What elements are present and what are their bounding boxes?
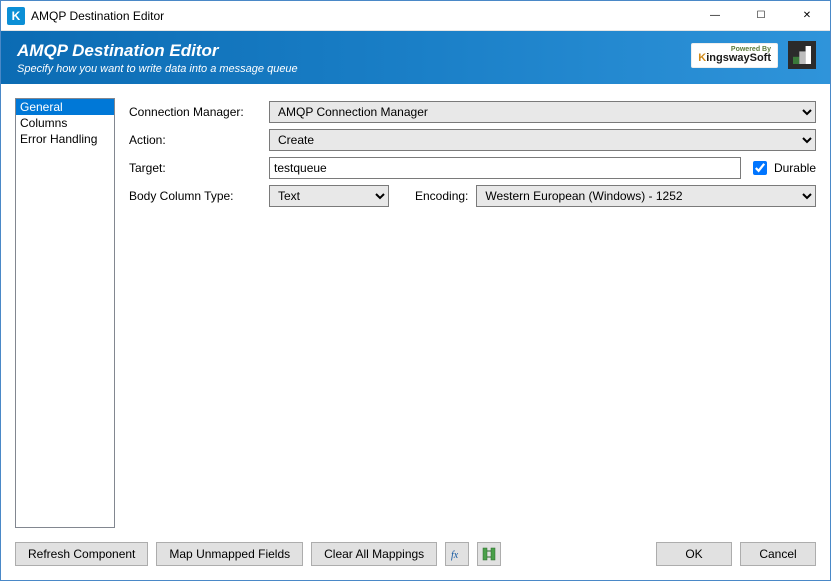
footer: Refresh Component Map Unmapped Fields Cl… [1,538,830,580]
minimize-button[interactable]: — [692,1,738,31]
refresh-component-button[interactable]: Refresh Component [15,542,148,566]
brand-k: K [698,52,706,64]
banner-subtitle: Specify how you want to write data into … [17,63,298,75]
nav-item-columns[interactable]: Columns [16,115,114,131]
target-input[interactable] [269,157,741,179]
encoding-select[interactable]: Western European (Windows) - 1252 [476,185,816,207]
map-unmapped-fields-button[interactable]: Map Unmapped Fields [156,542,303,566]
app-icon: K [7,7,25,25]
window-title: AMQP Destination Editor [31,9,164,23]
nav-list[interactable]: General Columns Error Handling [15,98,115,528]
durable-label: Durable [774,161,816,175]
body-column-type-select[interactable]: Text [269,185,389,207]
clear-all-mappings-button[interactable]: Clear All Mappings [311,542,437,566]
expression-editor-button[interactable]: fx [445,542,469,566]
banner-title: AMQP Destination Editor [17,41,298,61]
durable-checkbox[interactable] [753,161,767,175]
action-label: Action: [129,133,269,147]
maximize-button[interactable]: ☐ [738,1,784,31]
header-banner: AMQP Destination Editor Specify how you … [1,31,830,84]
form-area: Connection Manager: AMQP Connection Mana… [129,98,816,528]
product-logo-icon [788,41,816,69]
kingswaysoft-logo: Powered By KingswaySoft [691,43,778,68]
encoding-label: Encoding: [415,189,468,203]
nav-item-general[interactable]: General [16,99,114,115]
nav-item-error-handling[interactable]: Error Handling [16,131,114,147]
column-mapping-button[interactable] [477,542,501,566]
body-area: General Columns Error Handling Connectio… [1,84,830,538]
connection-manager-label: Connection Manager: [129,105,269,119]
close-button[interactable]: ✕ [784,1,830,31]
connection-manager-select[interactable]: AMQP Connection Manager [269,101,816,123]
function-icon: fx [450,547,464,561]
action-select[interactable]: Create [269,129,816,151]
durable-wrap[interactable]: Durable [749,158,816,178]
brand-rest: ingswaySoft [706,52,771,64]
ok-button[interactable]: OK [656,542,732,566]
target-label: Target: [129,161,269,175]
body-column-type-label: Body Column Type: [129,189,269,203]
svg-text:fx: fx [451,550,459,561]
cancel-button[interactable]: Cancel [740,542,816,566]
titlebar: K AMQP Destination Editor — ☐ ✕ [1,1,830,31]
columns-icon [482,547,496,561]
